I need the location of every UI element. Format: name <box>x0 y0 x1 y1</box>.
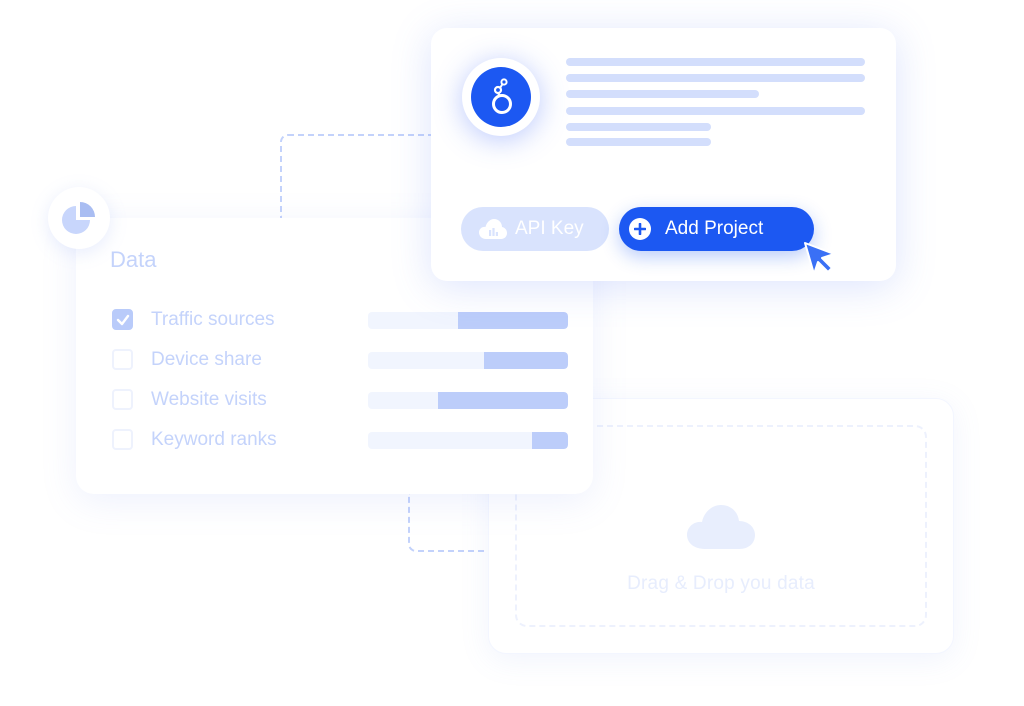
row-label: Keyword ranks <box>151 429 277 450</box>
placeholder-line <box>566 90 759 98</box>
data-row[interactable]: Traffic sources <box>110 308 570 332</box>
pie-chart-icon <box>62 202 95 234</box>
placeholder-line <box>566 74 865 82</box>
checkbox-checked[interactable] <box>112 309 133 330</box>
cloud-chart-icon <box>479 219 507 239</box>
bar-track <box>368 312 568 329</box>
bar-fill <box>438 392 568 409</box>
cloud-icon <box>687 505 755 549</box>
pie-badge <box>48 187 110 249</box>
bar-track <box>368 352 568 369</box>
row-label: Device share <box>151 349 262 370</box>
logo-badge <box>462 58 540 136</box>
data-row[interactable]: Website visits <box>110 388 570 412</box>
checkbox[interactable] <box>112 349 133 370</box>
dashed-connector-top <box>280 134 440 218</box>
checkbox[interactable] <box>112 429 133 450</box>
looker-studio-logo-icon <box>492 78 512 114</box>
pointer-cursor-icon <box>804 242 835 275</box>
bar-fill <box>484 352 568 369</box>
row-label: Traffic sources <box>151 309 275 330</box>
project-card: API Key Add Project <box>431 28 896 281</box>
api-key-label: API Key <box>515 218 584 239</box>
bar-fill <box>458 312 568 329</box>
placeholder-line <box>566 107 865 115</box>
data-row[interactable]: Device share <box>110 348 570 372</box>
plus-circle-icon <box>629 218 651 240</box>
add-project-label: Add Project <box>665 218 764 239</box>
bar-track <box>368 392 568 409</box>
checkbox[interactable] <box>112 389 133 410</box>
data-title: Data <box>110 247 157 272</box>
placeholder-line <box>566 123 711 131</box>
drop-text: Drag & Drop you data <box>627 573 815 594</box>
data-row[interactable]: Keyword ranks <box>110 428 570 452</box>
check-icon <box>116 314 130 326</box>
bar-track <box>368 432 568 449</box>
placeholder-line <box>566 138 711 146</box>
add-project-button[interactable]: Add Project <box>619 207 814 251</box>
bar-fill <box>532 432 568 449</box>
dashed-connector-bottom <box>408 492 492 552</box>
api-key-button[interactable]: API Key <box>461 207 609 251</box>
placeholder-line <box>566 58 865 66</box>
row-label: Website visits <box>151 389 267 410</box>
